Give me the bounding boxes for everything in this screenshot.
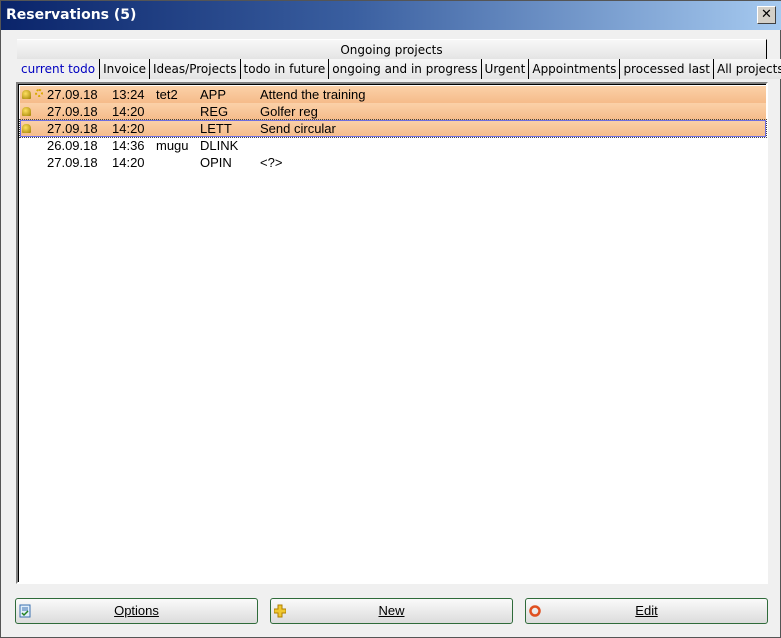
tab-todo-in-future[interactable]: todo in future [240,59,330,79]
tab-invoice[interactable]: Invoice [100,59,151,79]
new-button[interactable]: New [270,598,513,624]
table-row[interactable]: 26.09.18 14:36 mugu DLINK [20,137,766,154]
tab-processed-last[interactable]: processed last [620,59,715,79]
edit-ring-icon [529,605,541,617]
sun-icon [35,89,43,97]
cell-user: mugu [156,138,189,153]
options-button[interactable]: Options [15,598,258,624]
title-bar: Reservations (5) ✕ [1,1,781,30]
checklist-icon [19,604,31,618]
cell-code: APP [200,87,227,102]
cell-time: 14:20 [112,104,145,119]
cell-date: 27.09.18 [47,87,98,102]
close-button[interactable]: ✕ [757,6,776,24]
cell-desc: Send circular [260,121,336,136]
edit-button[interactable]: Edit [525,598,768,624]
cell-desc: <?> [260,155,283,170]
cell-time: 14:20 [112,121,145,136]
cell-desc: Golfer reg [260,104,318,119]
cell-code: LETT [200,121,232,136]
tab-appointments[interactable]: Appointments [529,59,621,79]
cell-date: 26.09.18 [47,138,98,153]
table-row[interactable]: 27.09.18 14:20 REG Golfer reg [20,103,766,120]
cell-desc: Attend the training [260,87,366,102]
bell-icon [22,90,31,99]
tab-current-todo[interactable]: current todo [17,59,101,79]
table-row[interactable]: 27.09.18 14:20 OPIN <?> [20,154,766,171]
tab-bar: current todo Invoice Ideas/Projects todo in… [17,59,781,79]
tab-ongoing-projects[interactable]: Ongoing projects [17,39,767,59]
cell-code: REG [200,104,229,119]
cell-user: tet2 [156,87,178,102]
plus-icon [274,604,286,618]
bell-icon [22,124,31,133]
new-label: New [378,603,405,618]
tab-urgent[interactable]: Urgent [481,59,530,79]
cell-time: 14:36 [112,138,145,153]
table-row[interactable]: 27.09.18 13:24 tet2 APP Attend the training [20,86,766,103]
window-title: Reservations (5) [6,7,137,23]
tab-all-projects[interactable]: All projects [714,59,781,79]
edit-label: Edit [635,603,658,618]
tab-ongoing-and-in-progress[interactable]: ongoing and in progress [329,59,482,79]
cell-code: DLINK [200,138,239,153]
cell-date: 27.09.18 [47,121,98,136]
tab-ideas-projects[interactable]: Ideas/Projects [150,59,241,79]
cell-time: 13:24 [112,87,145,102]
cell-date: 27.09.18 [47,104,98,119]
cell-date: 27.09.18 [47,155,98,170]
bell-icon [22,107,31,116]
cell-code: OPIN [200,155,232,170]
options-label: Options [114,603,159,618]
cell-time: 14:20 [112,155,145,170]
table-row[interactable]: 27.09.18 14:20 LETT Send circular [19,119,767,138]
reservation-list[interactable]: 27.09.18 13:24 tet2 APP Attend the training 2… [16,82,768,584]
